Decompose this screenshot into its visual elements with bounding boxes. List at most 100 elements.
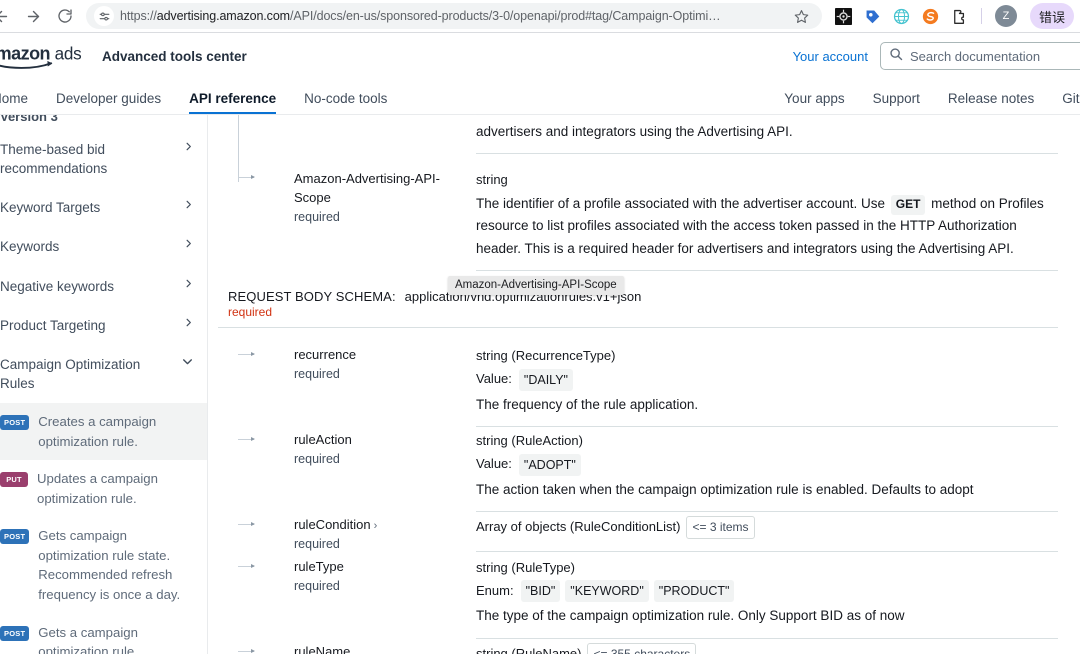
- param-required-flag: required: [294, 451, 340, 466]
- browser-nav-buttons: [0, 2, 80, 30]
- site-settings-icon[interactable]: [94, 6, 114, 26]
- bookmark-star-icon[interactable]: [790, 5, 812, 27]
- site-title: Advanced tools center: [102, 48, 247, 64]
- extension-icon-puzzle-outline[interactable]: [950, 7, 968, 25]
- param-type: string (RuleName): [476, 645, 582, 654]
- param-required-flag: required: [294, 578, 340, 593]
- reload-button[interactable]: [50, 2, 80, 30]
- profile-avatar[interactable]: Z: [995, 5, 1017, 27]
- tab-home[interactable]: Home: [0, 91, 42, 115]
- get-method-badge: GET: [890, 195, 926, 215]
- svg-text:amazon: amazon: [0, 44, 50, 64]
- param-type-row: string (RuleName) <= 355 characters: [476, 642, 1058, 654]
- chevron-right-icon[interactable]: ›: [374, 520, 378, 532]
- extension-icon-dark-square[interactable]: [834, 7, 852, 25]
- content-inner: advertisers and integrators using the Ad…: [218, 115, 1058, 654]
- param-name: Amazon-Advertising-API-Scope: [294, 171, 440, 206]
- sidebar: Version 3 Theme-based bid recommendation…: [0, 115, 208, 654]
- request-body-schema-line: REQUEST BODY SCHEMA: application/vnd.opt…: [228, 289, 1058, 304]
- param-desc-col: string (RuleType) Enum: "BID" "KEYWORD" …: [476, 554, 1058, 639]
- sidebar-operation-label: Updates a campaign optimization rule.: [37, 471, 158, 506]
- url-path: /API/docs/en-us/sponsored-products/3-0/o…: [290, 9, 721, 23]
- tab-release-notes[interactable]: Release notes: [934, 91, 1048, 115]
- param-description: The action taken when the campaign optim…: [476, 481, 974, 497]
- tab-github[interactable]: Github: [1048, 91, 1080, 115]
- svg-text:ads: ads: [55, 45, 82, 64]
- tab-no-code-tools[interactable]: No-code tools: [290, 91, 401, 115]
- sidebar-operation-label: Gets campaign optimization rule state. R…: [38, 528, 181, 602]
- chevron-down-icon: [181, 355, 194, 368]
- search-documentation-box[interactable]: Search documentation: [880, 42, 1080, 70]
- sidebar-item-keywords[interactable]: Keywords: [0, 227, 207, 266]
- param-description: The type of the campaign optimization ru…: [476, 608, 905, 624]
- param-type: Array of objects (RuleConditionList): [476, 519, 681, 535]
- param-desc-col: string The identifier of a profile assoc…: [476, 166, 1058, 271]
- tab-developer-guides[interactable]: Developer guides: [42, 91, 175, 115]
- address-bar[interactable]: https://advertising.amazon.com/API/docs/…: [86, 3, 822, 29]
- param-name[interactable]: ruleCondition ›: [294, 516, 476, 535]
- param-value-chip: "DAILY": [518, 368, 573, 391]
- param-description: The identifier of a profile associated w…: [476, 193, 1058, 260]
- param-type: string: [476, 172, 508, 188]
- sidebar-version-label: Version 3: [0, 115, 58, 124]
- amazon-ads-logo[interactable]: amazon ads: [0, 39, 96, 73]
- param-row-rulecondition: ruleCondition › required Array of objects…: [218, 512, 1058, 554]
- sidebar-item-product-targeting[interactable]: Product Targeting: [0, 306, 207, 345]
- param-name: ruleType: [294, 558, 344, 574]
- extension-icon-sogou-orange[interactable]: [921, 7, 939, 25]
- extension-icon-globe-teal[interactable]: [892, 7, 910, 25]
- forward-button[interactable]: [18, 2, 48, 30]
- toolbar-separator: [981, 8, 982, 24]
- url-host: advertising.amazon.com: [156, 9, 290, 23]
- search-icon: [889, 47, 903, 66]
- http-verb-badge: PUT: [0, 472, 28, 488]
- param-desc-col: Array of objects (RuleConditionList) <= 3…: [476, 512, 1058, 553]
- param-description: The frequency of the rule application.: [476, 396, 699, 412]
- primary-nav: Home Developer guides API reference No-c…: [0, 79, 1080, 115]
- top-partial-block: advertisers and integrators using the Ad…: [218, 115, 1058, 155]
- tab-support[interactable]: Support: [859, 91, 934, 115]
- param-enum-row: Enum: "BID" "KEYWORD" "PRODUCT": [476, 580, 1058, 603]
- param-row-recurrence: recurrence required string (RecurrenceTy…: [218, 342, 1058, 427]
- param-required-flag: required: [294, 209, 340, 224]
- param-enum-chip: "PRODUCT": [653, 580, 735, 603]
- extension-pill-button[interactable]: 错误: [1030, 3, 1074, 29]
- param-value-label: Value:: [476, 371, 512, 387]
- param-value-label: Value:: [476, 456, 512, 472]
- sidebar-operation-get-rule-recommendation[interactable]: POST Gets a campaign optimization rule r…: [0, 614, 207, 654]
- sidebar-item-campaign-optimization-rules[interactable]: Campaign Optimization Rules: [0, 345, 207, 403]
- http-verb-badge: POST: [0, 415, 30, 431]
- request-body-schema-block: REQUEST BODY SCHEMA: application/vnd.opt…: [218, 271, 1058, 328]
- tab-your-apps[interactable]: Your apps: [770, 91, 858, 115]
- your-account-link[interactable]: Your account: [793, 49, 868, 64]
- sidebar-item-keyword-targets[interactable]: Keyword Targets: [0, 188, 207, 227]
- search-input-placeholder[interactable]: Search documentation: [910, 49, 1040, 64]
- sidebar-operation-label: Creates a campaign optimization rule.: [38, 414, 157, 449]
- http-verb-badge: POST: [0, 529, 30, 545]
- main-content: advertisers and integrators using the Ad…: [208, 115, 1080, 654]
- sidebar-inner: Version 3 Theme-based bid recommendation…: [0, 115, 207, 654]
- sidebar-item-theme-based-bid-recommendations[interactable]: Theme-based bid recommendations: [0, 130, 207, 188]
- param-value-chip: "ADOPT": [518, 453, 581, 476]
- sidebar-operation-update-rule[interactable]: PUT Updates a campaign optimization rule…: [0, 460, 207, 517]
- param-name-col: ruleCondition › required: [294, 512, 476, 554]
- chevron-right-icon: [183, 316, 194, 329]
- param-name-col: recurrence required: [294, 342, 476, 384]
- parameter-name-tooltip: Amazon-Advertising-API-Scope: [448, 276, 624, 295]
- chevron-right-icon: [183, 237, 194, 250]
- tab-api-reference[interactable]: API reference: [175, 91, 290, 115]
- extension-icon-tag-blue[interactable]: [863, 7, 881, 25]
- param-name-col: Amazon-Advertising-API-Scope required: [294, 166, 476, 226]
- back-button[interactable]: [0, 2, 16, 30]
- http-verb-badge: POST: [0, 625, 30, 641]
- sidebar-item-negative-keywords[interactable]: Negative keywords: [0, 267, 207, 306]
- param-enum-chip: "BID": [520, 580, 561, 603]
- primary-nav-left: Home Developer guides API reference No-c…: [0, 91, 401, 115]
- param-enum-label: Enum:: [476, 583, 514, 599]
- sidebar-operation-get-rule-state[interactable]: POST Gets campaign optimization rule sta…: [0, 517, 207, 613]
- param-row-rulename: ruleName string (RuleName) <= 355 charact…: [218, 639, 1058, 654]
- param-constraint-chip: <= 3 items: [686, 515, 755, 540]
- sidebar-operation-create-rule[interactable]: POST Creates a campaign optimization rul…: [0, 403, 207, 461]
- param-row-ruleaction: ruleAction required string (RuleAction) …: [218, 427, 1058, 512]
- request-body-schema-label: REQUEST BODY SCHEMA:: [228, 288, 396, 304]
